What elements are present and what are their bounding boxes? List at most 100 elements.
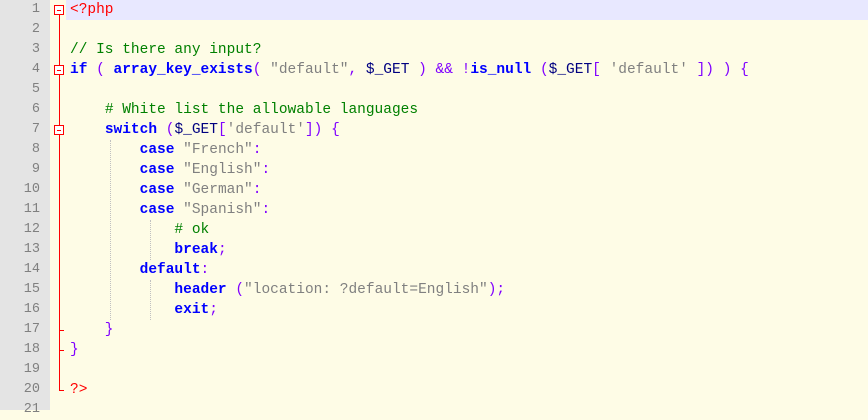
code-token: [ [217, 122, 227, 138]
code-token: : [200, 262, 210, 278]
code-token: , [348, 62, 366, 78]
line-number: 10 [23, 182, 40, 197]
line-number: 4 [31, 62, 40, 77]
code-line[interactable]: ?> [70, 380, 87, 400]
fold-margin[interactable] [50, 0, 66, 410]
line-number: 11 [23, 202, 40, 217]
code-token: "default" [270, 62, 349, 78]
code-line[interactable]: <?php [70, 0, 114, 20]
fold-line [59, 135, 60, 331]
code-token: "French" [183, 142, 253, 158]
code-line[interactable]: case "English": [70, 160, 271, 180]
code-token: ( [531, 62, 549, 78]
code-line[interactable]: case "German": [70, 180, 262, 200]
code-token: } [70, 342, 79, 358]
code-line[interactable]: exit; [70, 300, 218, 320]
code-token: : [252, 182, 262, 198]
code-token: [ [592, 62, 610, 78]
code-token: header [174, 282, 227, 298]
code-token: case [139, 202, 175, 218]
line-number: 12 [23, 222, 40, 237]
line-number: 20 [23, 382, 40, 397]
code-token: "German" [183, 182, 253, 198]
code-token: $_GET [548, 62, 593, 78]
code-line[interactable]: switch ($_GET['default']) { [70, 120, 340, 140]
fold-end-marker [59, 330, 64, 331]
code-token: is_null [470, 62, 532, 78]
code-token: <?php [70, 2, 114, 18]
code-token: ( [226, 282, 245, 298]
code-token: ( [252, 62, 271, 78]
code-token: // Is there any input? [70, 42, 262, 58]
code-token: break [174, 242, 218, 258]
code-line[interactable]: case "French": [70, 140, 262, 160]
code-token: "location: ?default=English" [244, 282, 488, 298]
code-token: 'default' [226, 122, 305, 138]
code-token: case [139, 182, 175, 198]
code-token: } [70, 322, 114, 338]
fold-end-marker [59, 350, 64, 351]
code-line[interactable]: } [70, 320, 114, 340]
fold-end-marker [59, 390, 64, 391]
line-number: 3 [31, 42, 40, 57]
code-token: ; [217, 242, 227, 258]
fold-collapse-icon[interactable] [54, 5, 64, 15]
code-line[interactable]: header ("location: ?default=English"); [70, 280, 505, 300]
code-line[interactable]: if ( array_key_exists( "default", $_GET … [70, 60, 749, 80]
code-line[interactable]: } [70, 340, 79, 360]
line-number: 13 [23, 242, 40, 257]
code-token: # ok [174, 222, 210, 238]
line-number: 19 [23, 362, 40, 377]
code-token: ]) { [304, 122, 340, 138]
code-token: switch [104, 122, 158, 138]
line-number: 6 [31, 102, 40, 117]
code-token: 'default' [609, 62, 688, 78]
code-token: case [139, 142, 175, 158]
fold-collapse-icon[interactable] [54, 125, 64, 135]
line-number: 21 [23, 402, 40, 417]
line-number: 14 [23, 262, 40, 277]
line-number: 16 [23, 302, 40, 317]
code-line[interactable]: default: [70, 260, 210, 280]
code-token: $_GET [365, 62, 410, 78]
line-number: 5 [31, 82, 40, 97]
code-token: "Spanish" [183, 202, 262, 218]
line-number: 7 [31, 122, 40, 137]
code-line[interactable]: case "Spanish": [70, 200, 271, 220]
code-token: $_GET [174, 122, 218, 138]
code-token: default [139, 262, 201, 278]
code-token: : [261, 162, 271, 178]
code-line[interactable]: // Is there any input? [70, 40, 261, 60]
code-editor[interactable]: 1 2 3 4 5 6 7 8 9 10 11 12 13 14 15 16 17 18 19 20 21 <?php /… [0, 0, 868, 417]
code-token: ) && ! [409, 62, 471, 78]
code-line[interactable]: # White list the allowable languages [70, 100, 418, 120]
code-line[interactable]: break; [70, 240, 227, 260]
line-number: 15 [23, 282, 40, 297]
code-token: ); [487, 282, 506, 298]
code-token: ( [157, 122, 175, 138]
line-number: 2 [31, 22, 40, 37]
code-token: if [70, 62, 88, 78]
code-token: # White list the allowable languages [104, 102, 419, 118]
code-line[interactable]: # ok [70, 220, 209, 240]
code-token: case [139, 162, 175, 178]
code-token: ?> [70, 382, 88, 398]
line-number: 1 [31, 2, 40, 17]
fold-collapse-icon[interactable] [54, 65, 64, 75]
code-token: ; [209, 302, 218, 318]
code-token: exit [174, 302, 210, 318]
code-token: : [261, 202, 271, 218]
